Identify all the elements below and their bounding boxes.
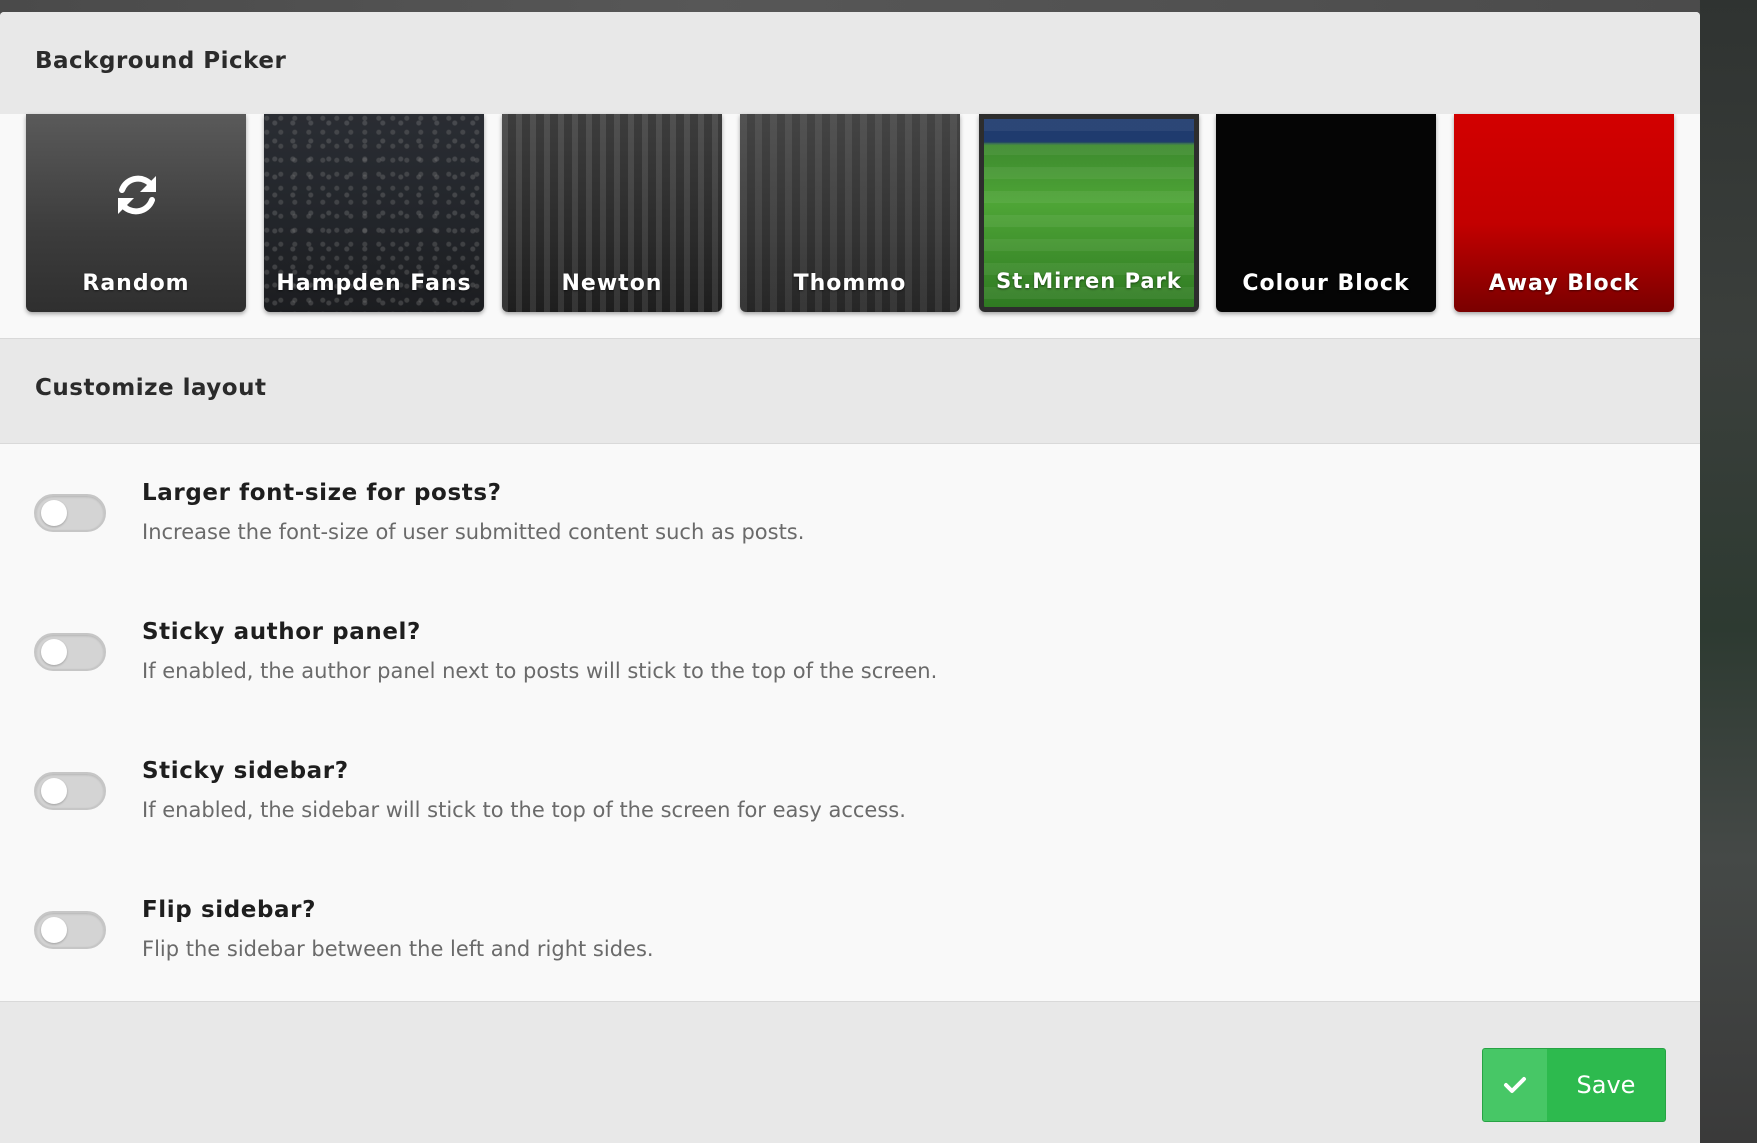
background-tile-label: Hampden Fans bbox=[276, 271, 472, 296]
background-tile-label: Colour Block bbox=[1242, 271, 1410, 296]
background-picker: Random Hampden Fans Newton Thommo St.Mir… bbox=[0, 114, 1700, 338]
refresh-icon bbox=[118, 175, 156, 215]
background-tile-thommo[interactable]: Thommo bbox=[740, 114, 960, 312]
setting-title: Sticky sidebar? bbox=[142, 758, 349, 784]
customize-layout-title: Customize layout bbox=[35, 375, 267, 401]
background-tile-away-block[interactable]: Away Block bbox=[1454, 114, 1674, 312]
setting-description: Flip the sidebar between the left and ri… bbox=[142, 937, 654, 961]
background-tile-label: Away Block bbox=[1488, 271, 1640, 296]
modal-footer: Save bbox=[0, 1001, 1700, 1143]
toggle-flip-sidebar[interactable] bbox=[34, 911, 106, 949]
page-backdrop-right bbox=[1700, 0, 1757, 1143]
check-icon bbox=[1504, 1077, 1526, 1093]
background-picker-header: Background Picker bbox=[0, 12, 1700, 115]
background-tile-label: Thommo bbox=[793, 271, 907, 296]
background-picker-title: Background Picker bbox=[35, 48, 287, 74]
background-tile-hampden-fans[interactable]: Hampden Fans bbox=[264, 114, 484, 312]
toggle-sticky-sidebar[interactable] bbox=[34, 772, 106, 810]
background-tile-random[interactable]: Random bbox=[26, 114, 246, 312]
background-tile-label: St.Mirren Park bbox=[996, 269, 1182, 293]
setting-description: If enabled, the sidebar will stick to th… bbox=[142, 798, 906, 822]
style-chooser-modal: Background Picker Random Hampden Fans Ne… bbox=[0, 12, 1700, 1143]
toggle-sticky-author-panel[interactable] bbox=[34, 633, 106, 671]
background-tile-label: Random bbox=[82, 271, 190, 296]
background-tile-colour-block[interactable]: Colour Block bbox=[1216, 114, 1436, 312]
toggle-knob bbox=[41, 639, 67, 665]
customize-layout-header: Customize layout bbox=[0, 338, 1700, 444]
toggle-larger-font[interactable] bbox=[34, 494, 106, 532]
setting-title: Larger font-size for posts? bbox=[142, 480, 502, 506]
toggle-knob bbox=[41, 778, 67, 804]
background-tile-newton[interactable]: Newton bbox=[502, 114, 722, 312]
setting-flip-sidebar: Flip sidebar? Flip the sidebar between t… bbox=[0, 889, 1700, 989]
toggle-knob bbox=[41, 500, 67, 526]
save-button-label: Save bbox=[1576, 1071, 1636, 1099]
setting-sticky-sidebar: Sticky sidebar? If enabled, the sidebar … bbox=[0, 750, 1700, 850]
setting-larger-font: Larger font-size for posts? Increase the… bbox=[0, 472, 1700, 572]
save-icon-box bbox=[1483, 1049, 1547, 1121]
setting-title: Flip sidebar? bbox=[142, 897, 317, 923]
setting-description: If enabled, the author panel next to pos… bbox=[142, 659, 938, 683]
background-tile-label: Newton bbox=[561, 271, 663, 296]
background-tile-st-mirren-park[interactable]: St.Mirren Park bbox=[979, 114, 1199, 312]
setting-sticky-author-panel: Sticky author panel? If enabled, the aut… bbox=[0, 611, 1700, 711]
setting-description: Increase the font-size of user submitted… bbox=[142, 520, 805, 544]
save-button[interactable]: Save bbox=[1482, 1048, 1666, 1122]
toggle-knob bbox=[41, 917, 67, 943]
setting-title: Sticky author panel? bbox=[142, 619, 421, 645]
